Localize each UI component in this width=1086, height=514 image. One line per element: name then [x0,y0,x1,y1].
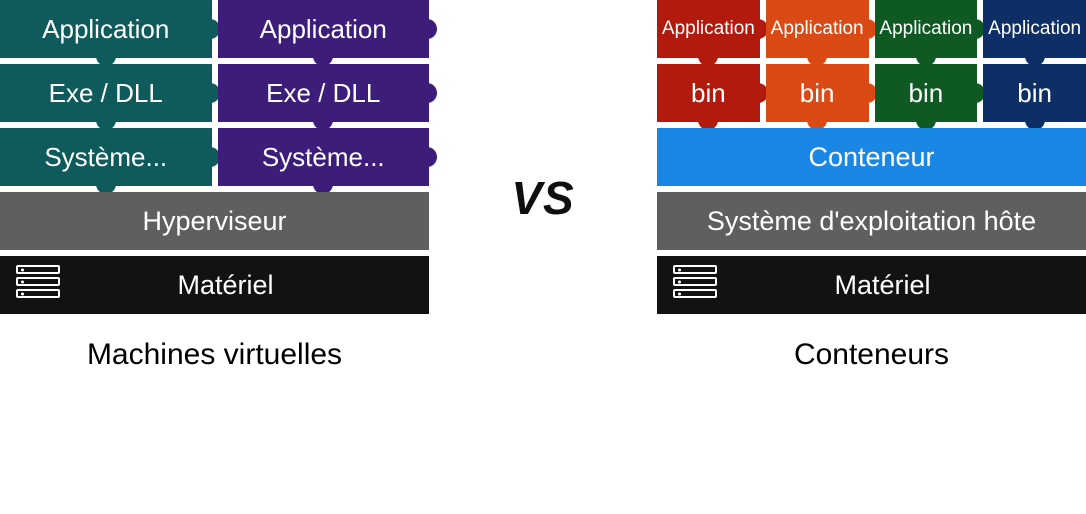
vm-lib-row: Exe / DLL Exe / DLL [0,64,429,122]
vm2-app-label: Application [260,14,387,45]
vs-text: VS [511,172,574,224]
hypervisor-label: Hyperviseur [142,206,286,237]
ct-lib-row: bin bin bin bin [657,64,1086,122]
ct-caption-text: Conteneurs [794,338,949,372]
vm-caption: Machines virtuelles [0,320,429,390]
vm1-app-block: Application [0,0,212,58]
ct2-lib-block: bin [766,64,869,122]
vs-badge: VS [497,165,588,231]
vm1-os-block: Système... [0,128,212,186]
vm-os-row: Système... Système... [0,128,429,186]
ct3-app-label: Application [879,18,972,40]
vm1-lib-block: Exe / DLL [0,64,212,122]
ct4-app-label: Application [988,18,1081,40]
vm1-lib-label: Exe / DLL [49,78,163,109]
container-stack: Application Application Application Appl… [657,0,1086,514]
ct-hardware-label: Matériel [679,270,1086,301]
container-engine-bar: Conteneur [657,128,1086,186]
vm2-lib-label: Exe / DLL [266,78,380,109]
container-engine-label: Conteneur [808,142,934,173]
vm2-app-block: Application [218,0,430,58]
vm-app-row: Application Application [0,0,429,58]
ct3-app-block: Application [875,0,978,58]
vm-vs-containers-diagram: Application Application Exe / DLL Exe / … [0,0,1086,514]
ct-caption: Conteneurs [657,320,1086,390]
host-os-bar: Système d'exploitation hôte [657,192,1086,250]
ct2-app-block: Application [766,0,869,58]
ct4-app-block: Application [983,0,1086,58]
host-os-label: Système d'exploitation hôte [707,206,1036,237]
vm-hardware-label: Matériel [22,270,429,301]
ct1-lib-block: bin [657,64,760,122]
ct4-lib-block: bin [983,64,1086,122]
ct4-lib-label: bin [1017,78,1052,109]
ct1-app-block: Application [657,0,760,58]
ct2-app-label: Application [771,18,864,40]
vm-stack: Application Application Exe / DLL Exe / … [0,0,429,514]
ct2-lib-label: bin [800,78,835,109]
hypervisor-bar: Hyperviseur [0,192,429,250]
vm-hardware-bar: Matériel [0,256,429,314]
vm2-os-block: Système... [218,128,430,186]
ct3-lib-block: bin [875,64,978,122]
vm1-os-label: Système... [44,142,167,173]
ct1-app-label: Application [662,18,755,40]
vm2-os-label: Système... [262,142,385,173]
ct1-lib-label: bin [691,78,726,109]
vm-caption-text: Machines virtuelles [87,338,342,372]
ct3-lib-label: bin [909,78,944,109]
vm1-app-label: Application [42,14,169,45]
ct-hardware-bar: Matériel [657,256,1086,314]
vm2-lib-block: Exe / DLL [218,64,430,122]
ct-app-row: Application Application Application Appl… [657,0,1086,58]
